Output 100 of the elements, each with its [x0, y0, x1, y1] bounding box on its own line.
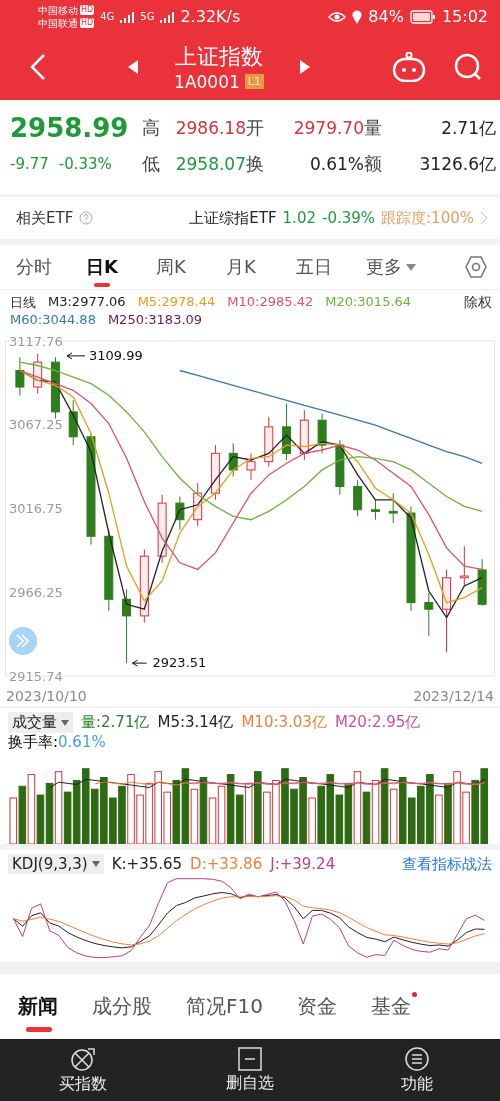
indicator-value: 量:2.71亿 — [81, 713, 150, 732]
location-icon — [352, 9, 363, 24]
stat-label: 开 — [246, 116, 265, 140]
volume-bar — [199, 777, 208, 844]
candle — [477, 558, 487, 607]
candle — [335, 439, 345, 496]
indicator-selector[interactable]: 成交量 — [8, 712, 73, 733]
min-price-label: 2923.51 — [152, 655, 207, 671]
arrow-icon — [66, 352, 86, 360]
period-tab[interactable]: 月K — [226, 245, 296, 289]
period-tab[interactable]: 更多 — [366, 245, 436, 289]
previous-icon[interactable] — [128, 59, 139, 74]
etf-name: 上证综指ETF — [189, 208, 277, 228]
stat-label: 量 — [364, 116, 383, 140]
stat-value: 2.71亿 — [440, 116, 496, 140]
indicator-strategy-link[interactable]: 查看指标战法 — [402, 854, 492, 874]
search-icon[interactable] — [454, 52, 482, 81]
network-speed: 2.32K/s — [180, 7, 241, 26]
axis-label: 3016.75 — [9, 501, 63, 516]
volume-bar — [344, 782, 353, 844]
candle — [193, 482, 203, 527]
arrow-icon — [132, 659, 148, 667]
menu-icon — [403, 1045, 430, 1072]
candle — [264, 416, 274, 468]
moving-average-value: M250:3183.09 — [107, 312, 203, 327]
candle — [388, 492, 398, 524]
stat-value: 2986.18 — [174, 118, 246, 138]
candle — [175, 496, 185, 531]
indicator-value: M10:3.03亿 — [241, 713, 327, 732]
level-badge: L1 — [244, 74, 264, 89]
eye-icon — [328, 10, 347, 23]
content-tab[interactable]: 成分股 — [92, 974, 152, 1038]
stat-value: 2958.07 — [174, 154, 246, 174]
candle — [50, 356, 60, 421]
volume-bar — [45, 782, 54, 844]
candle — [68, 399, 78, 446]
robot-icon[interactable] — [392, 51, 426, 82]
tracking-degree: 跟踪度:100% — [381, 208, 474, 228]
turnover-label: 换手率: — [8, 733, 59, 752]
max-price-label: 3109.99 — [89, 347, 143, 363]
moving-average-value: M20:3015.64 — [325, 294, 412, 311]
battery-percent: 84% — [368, 7, 404, 26]
battery-icon — [409, 9, 436, 24]
volume-bar — [72, 779, 81, 844]
settings-icon[interactable] — [464, 255, 488, 279]
toolbar-button[interactable]: 删自选 — [166, 1039, 334, 1101]
period-label: 日线 — [10, 294, 36, 312]
back-icon[interactable] — [30, 52, 46, 81]
hd-badge: HD — [80, 18, 95, 28]
adjust-toggle[interactable]: 除权 — [464, 294, 492, 312]
stat-value: 3126.6亿 — [418, 152, 496, 176]
content-tab[interactable]: 资金 — [296, 974, 337, 1038]
etf-change: -0.39% — [322, 209, 376, 227]
carrier-name: 中国移动 — [38, 3, 78, 17]
indicator-value: J:+39.24 — [270, 855, 336, 873]
content-tab[interactable]: 简况F10 — [186, 974, 263, 1038]
toolbar-button[interactable]: 买指数 — [0, 1039, 167, 1101]
toolbar-button[interactable]: 功能 — [333, 1039, 500, 1101]
period-tab[interactable]: 分时 — [16, 245, 86, 289]
period-tab[interactable]: 周K — [156, 245, 226, 289]
end-date: 2023/12/14 — [413, 688, 494, 704]
candle — [459, 545, 469, 587]
indicator-value: K:+35.65 — [111, 855, 183, 873]
carrier-name: 中国联通 — [38, 16, 78, 30]
moving-average-value: M10:2985.42 — [227, 294, 314, 311]
moving-average-value: M5:2978.44 — [137, 294, 216, 311]
candle — [157, 494, 167, 564]
content-tab[interactable]: 新闻 — [18, 974, 58, 1038]
stat-label: 低 — [142, 152, 161, 176]
signal-icon — [160, 10, 175, 23]
index-price: 2958.99 — [10, 112, 130, 144]
period-tab[interactable]: 五日 — [296, 245, 366, 289]
stat-label: 换 — [246, 152, 265, 176]
caret-icon — [406, 263, 416, 271]
content-tab[interactable]: 基金 — [370, 974, 411, 1038]
price-change-percent: -0.33% — [58, 155, 112, 173]
network-type: 4G — [100, 11, 115, 22]
volume-bar — [36, 794, 45, 844]
candle — [228, 442, 238, 478]
caret-icon — [61, 719, 69, 726]
etf-price: 1.02 — [282, 209, 316, 227]
period-tab[interactable]: 日K — [86, 245, 156, 289]
etf-label: 相关ETF — [16, 208, 74, 228]
candle — [210, 444, 220, 501]
next-icon[interactable] — [299, 59, 310, 74]
candle — [282, 403, 292, 461]
network-type: 5G — [140, 11, 155, 22]
indicator-value: M20:2.95亿 — [334, 713, 421, 732]
volume-bar — [326, 774, 335, 844]
candle — [299, 409, 309, 461]
start-date: 2023/10/10 — [6, 688, 87, 704]
axis-label: 3067.25 — [9, 417, 63, 433]
stat-value: 2979.70 — [292, 118, 364, 138]
candle — [33, 353, 43, 395]
axis-label: 2966.25 — [9, 584, 63, 600]
indicator-selector[interactable]: KDJ(9,3,3) — [8, 854, 104, 874]
volume-bar — [18, 785, 27, 844]
axis-label: 2915.74 — [9, 668, 63, 684]
candle — [353, 479, 363, 517]
hd-badge: HD — [80, 5, 95, 15]
